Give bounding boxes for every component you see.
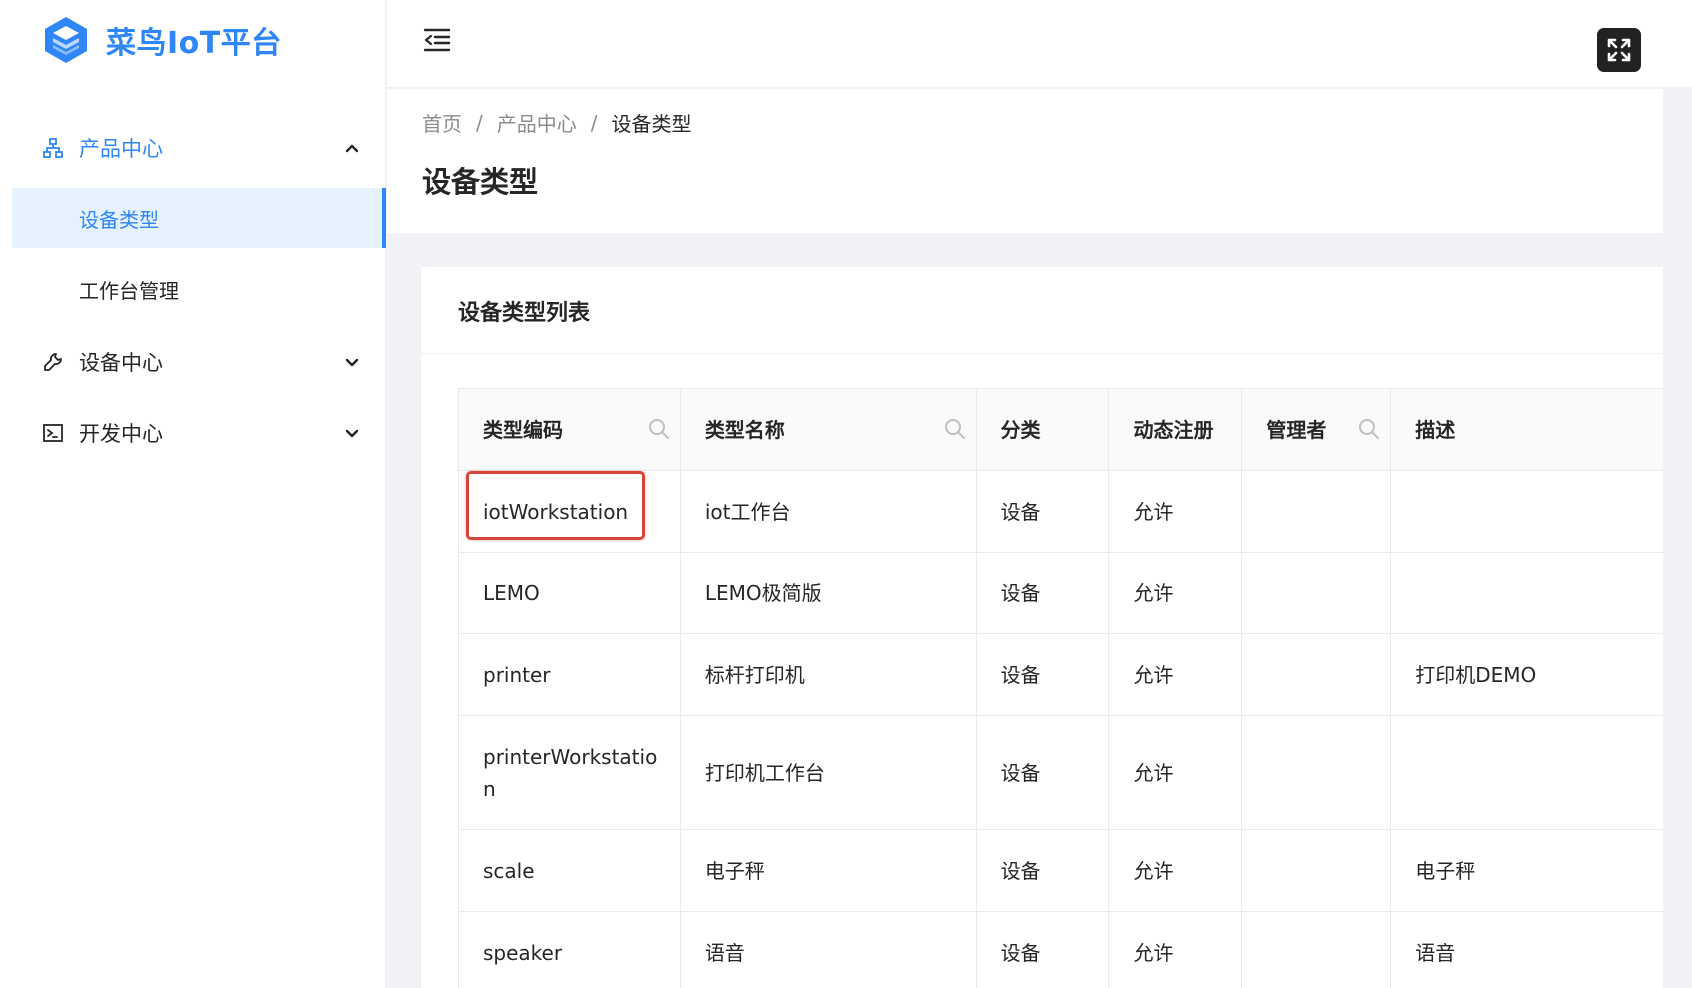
cell-type-code: scale bbox=[459, 830, 681, 911]
sidebar-item-label: 设备类型 bbox=[79, 207, 159, 232]
breadcrumb-separator: / bbox=[476, 110, 483, 135]
cell-manager bbox=[1242, 634, 1392, 715]
table-row[interactable]: printerWorkstation 打印机工作台 设备 允许 bbox=[459, 716, 1663, 830]
sidebar-item-workstation-management[interactable]: 工作台管理 bbox=[12, 259, 386, 319]
menu-group-product-center[interactable]: 产品中心 bbox=[0, 112, 386, 184]
cell-type-code: iotWorkstation bbox=[459, 471, 681, 552]
page-title: 设备类型 bbox=[422, 165, 539, 199]
breadcrumb-home[interactable]: 首页 bbox=[422, 108, 462, 137]
device-type-card: 设备类型列表 类型编码 类型名称 分类 动态注册 管理者 描述 iotWorks… bbox=[421, 267, 1663, 988]
cell-type-name: 电子秤 bbox=[681, 830, 977, 911]
cell-dynamic-registration: 允许 bbox=[1109, 830, 1243, 911]
cell-dynamic-registration: 允许 bbox=[1109, 912, 1243, 988]
cell-type-code: speaker bbox=[459, 912, 681, 988]
card-title: 设备类型列表 bbox=[458, 301, 591, 326]
column-header-type-name: 类型名称 bbox=[680, 389, 977, 470]
column-header-category: 分类 bbox=[976, 389, 1110, 470]
table-row[interactable]: speaker 语音 设备 允许 语音 bbox=[459, 912, 1663, 988]
logo[interactable]: 菜鸟IoT平台 bbox=[41, 15, 282, 65]
cell-type-name: 语音 bbox=[681, 912, 977, 988]
cell-manager bbox=[1242, 553, 1392, 633]
column-header-label: 管理者 bbox=[1266, 417, 1327, 442]
logo-text: 菜鸟IoT平台 bbox=[106, 26, 282, 61]
column-header-dynamic-registration: 动态注册 bbox=[1109, 389, 1243, 470]
breadcrumb-separator: / bbox=[590, 110, 598, 135]
menu-group-label: 产品中心 bbox=[79, 137, 163, 161]
menu-group-label: 开发中心 bbox=[79, 422, 163, 446]
top-header bbox=[387, 0, 1692, 88]
cell-category: 设备 bbox=[977, 471, 1110, 552]
terminal-icon bbox=[42, 422, 64, 444]
logo-icon bbox=[45, 17, 87, 63]
cell-category: 设备 bbox=[977, 634, 1110, 715]
sidebar: 菜鸟IoT平台 产品中心 设备类型 工作台管理 设备中心 开发中心 bbox=[0, 0, 386, 988]
column-header-manager: 管理者 bbox=[1242, 389, 1392, 470]
cell-description: 电子秤 bbox=[1415, 858, 1476, 883]
cell-description: 语音 bbox=[1415, 940, 1456, 965]
menu-group-label: 设备中心 bbox=[79, 351, 163, 375]
menu-group-development-center[interactable]: 开发中心 bbox=[0, 397, 386, 469]
chevron-down-icon bbox=[345, 358, 359, 367]
cell-dynamic-registration: 允许 bbox=[1109, 716, 1243, 829]
cell-type-name: 标杆打印机 bbox=[681, 634, 977, 715]
cell-description bbox=[1391, 471, 1663, 552]
cell-dynamic-registration: 允许 bbox=[1109, 634, 1243, 715]
cell-description: 打印机DEMO bbox=[1415, 662, 1537, 687]
table-row[interactable]: printer 标杆打印机 设备 允许 打印机DEMO bbox=[459, 634, 1663, 716]
search-icon[interactable] bbox=[1358, 418, 1380, 440]
table-header-row: 类型编码 类型名称 分类 动态注册 管理者 描述 bbox=[459, 389, 1663, 471]
search-icon[interactable] bbox=[944, 418, 966, 440]
chevron-down-icon bbox=[345, 429, 359, 438]
column-header-description: 描述 bbox=[1391, 389, 1663, 470]
cell-manager bbox=[1242, 912, 1392, 988]
breadcrumb-current: 设备类型 bbox=[611, 112, 692, 136]
cell-category: 设备 bbox=[977, 553, 1110, 633]
fullscreen-icon bbox=[1607, 38, 1631, 62]
menu-group-device-center[interactable]: 设备中心 bbox=[0, 326, 386, 398]
cell-description bbox=[1391, 716, 1663, 829]
column-header-label: 分类 bbox=[1000, 417, 1041, 442]
cell-dynamic-registration: 允许 bbox=[1109, 471, 1243, 552]
cell-category: 设备 bbox=[977, 912, 1110, 988]
cell-type-name: 打印机工作台 bbox=[681, 716, 977, 829]
sitemap-icon bbox=[42, 137, 64, 159]
sidebar-item-label: 工作台管理 bbox=[79, 278, 179, 303]
column-header-label: 类型编码 bbox=[483, 417, 563, 442]
cell-type-name: LEMO极简版 bbox=[681, 553, 977, 633]
cell-category: 设备 bbox=[977, 716, 1110, 829]
breadcrumb: 首页 / 产品中心 / 设备类型 bbox=[422, 108, 692, 137]
cell-type-code: printerWorkstation bbox=[459, 716, 681, 829]
cell-manager bbox=[1242, 471, 1392, 552]
table-row[interactable]: LEMO LEMO极简版 设备 允许 bbox=[459, 553, 1663, 634]
cell-type-name: iot工作台 bbox=[681, 471, 977, 552]
search-icon[interactable] bbox=[648, 418, 670, 440]
cell-type-code: printer bbox=[459, 634, 681, 715]
fullscreen-button[interactable] bbox=[1597, 28, 1641, 72]
table-row[interactable]: iotWorkstation iot工作台 设备 允许 bbox=[459, 471, 1663, 553]
table-row[interactable]: scale 电子秤 设备 允许 电子秤 bbox=[459, 830, 1663, 912]
column-header-label: 动态注册 bbox=[1133, 417, 1214, 442]
cell-dynamic-registration: 允许 bbox=[1109, 553, 1243, 633]
cell-type-code: LEMO bbox=[459, 553, 681, 633]
breadcrumb-product-center[interactable]: 产品中心 bbox=[497, 108, 577, 137]
cell-manager bbox=[1242, 830, 1392, 911]
device-type-table: 类型编码 类型名称 分类 动态注册 管理者 描述 iotWorkstation bbox=[458, 388, 1663, 988]
column-header-type-code: 类型编码 bbox=[459, 389, 681, 470]
cell-category: 设备 bbox=[977, 830, 1110, 911]
divider bbox=[421, 353, 1663, 354]
column-header-label: 类型名称 bbox=[704, 417, 785, 442]
menu-fold-icon[interactable] bbox=[422, 26, 452, 54]
cell-description bbox=[1391, 553, 1663, 633]
wrench-icon bbox=[42, 351, 64, 373]
cell-manager bbox=[1242, 716, 1392, 829]
sidebar-item-device-type[interactable]: 设备类型 bbox=[12, 188, 386, 248]
column-header-label: 描述 bbox=[1415, 417, 1456, 442]
chevron-up-icon bbox=[345, 144, 359, 153]
page-header: 首页 / 产品中心 / 设备类型 设备类型 bbox=[387, 89, 1663, 233]
